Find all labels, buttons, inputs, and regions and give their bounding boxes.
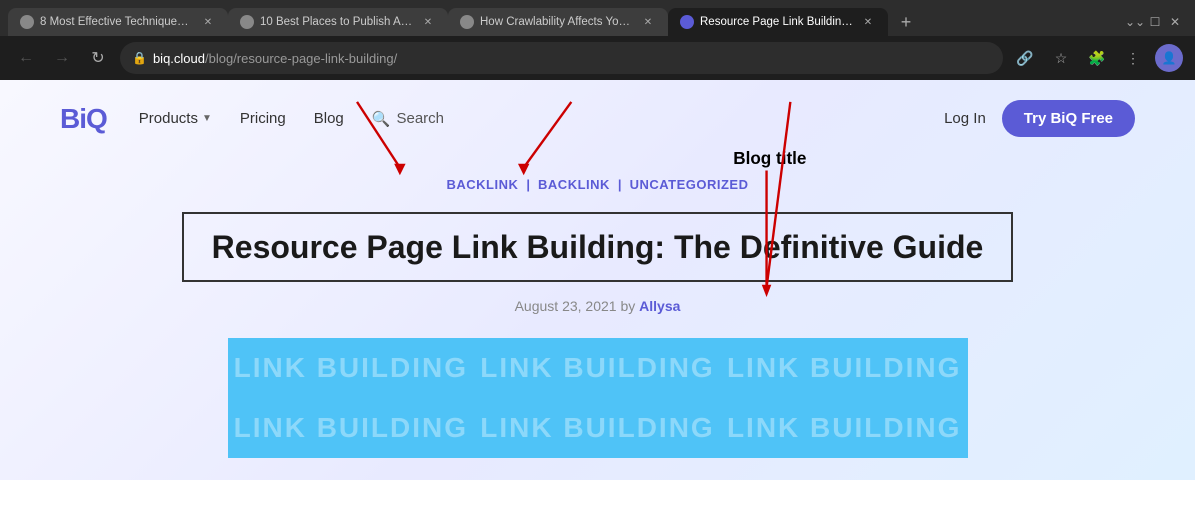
hero-text-1: LINK BUILDING	[234, 352, 468, 384]
tab-4[interactable]: Resource Page Link Building: The... ✕	[668, 8, 888, 36]
site-logo[interactable]: BiQ	[60, 103, 107, 135]
hero-text-6: LINK BUILDING	[727, 412, 961, 444]
address-text: biq.cloud/blog/resource-page-link-buildi…	[153, 51, 991, 66]
tab-2[interactable]: 10 Best Places to Publish Articles... ✕	[228, 8, 448, 36]
page-wrapper: 8 Most Effective Techniques to f... ✕ 10…	[0, 0, 1195, 480]
nav-pricing[interactable]: Pricing	[240, 110, 286, 127]
search-icon: 🔍	[372, 110, 391, 128]
try-free-button[interactable]: Try BiQ Free	[1002, 100, 1135, 137]
site-content: BiQ Products ▼ Pricing Blog 🔍 Search	[0, 80, 1195, 480]
blog-author: Allysa	[639, 298, 680, 314]
forward-button[interactable]: →	[48, 44, 76, 72]
lock-icon: 🔒	[132, 51, 147, 65]
nav-pricing-label: Pricing	[240, 110, 286, 127]
tab-1[interactable]: 8 Most Effective Techniques to f... ✕	[8, 8, 228, 36]
category-sep-2: |	[618, 177, 622, 192]
tab-3-favicon	[460, 15, 474, 29]
blog-title: Resource Page Link Building: The Definit…	[212, 228, 984, 266]
tab-3[interactable]: How Crawlability Affects Your SE... ✕	[448, 8, 668, 36]
login-button[interactable]: Log In	[944, 110, 986, 127]
hero-text-4: LINK BUILDING	[234, 412, 468, 444]
category-uncategorized[interactable]: UNCATEGORIZED	[630, 177, 749, 192]
toolbar-icons: 🔗 ☆ 🧩 ⋮ 👤	[1011, 44, 1183, 72]
profile-avatar[interactable]: 👤	[1155, 44, 1183, 72]
reload-button[interactable]: ↻	[84, 44, 112, 72]
tab-controls: ⌄⌄ ☐ ✕	[1127, 14, 1187, 30]
hero-text-grid: LINK BUILDING LINK BUILDING LINK BUILDIN…	[228, 338, 968, 458]
blog-title-box: Resource Page Link Building: The Definit…	[182, 212, 1014, 282]
nav-products[interactable]: Products ▼	[139, 110, 212, 127]
address-input[interactable]: 🔒 biq.cloud/blog/resource-page-link-buil…	[120, 42, 1003, 74]
tab-1-title: 8 Most Effective Techniques to f...	[40, 16, 194, 28]
blog-meta: August 23, 2021 by Allysa	[60, 298, 1135, 314]
tab-4-favicon	[680, 15, 694, 29]
tab-2-favicon	[240, 15, 254, 29]
hero-text-3: LINK BUILDING	[727, 352, 961, 384]
nav-blog-label: Blog	[314, 110, 344, 127]
tab-1-favicon	[20, 15, 34, 29]
nav-links: Products ▼ Pricing Blog 🔍 Search	[139, 110, 912, 128]
site-nav: BiQ Products ▼ Pricing Blog 🔍 Search	[0, 80, 1195, 157]
category-sep-1: |	[526, 177, 530, 192]
restore-button[interactable]: ☐	[1147, 14, 1163, 30]
back-button[interactable]: ←	[12, 44, 40, 72]
tab-2-close[interactable]: ✕	[420, 14, 436, 30]
blog-categories: BACKLINK | BACKLINK | UNCATEGORIZED	[60, 177, 1135, 192]
browser-chrome: 8 Most Effective Techniques to f... ✕ 10…	[0, 0, 1195, 80]
hero-text-2: LINK BUILDING	[480, 352, 714, 384]
blog-content: BACKLINK | BACKLINK | UNCATEGORIZED Reso…	[0, 157, 1195, 458]
tab-bar: 8 Most Effective Techniques to f... ✕ 10…	[0, 0, 1195, 36]
products-chevron-icon: ▼	[202, 113, 212, 124]
address-domain: biq.cloud	[153, 51, 205, 66]
hero-text-5: LINK BUILDING	[480, 412, 714, 444]
nav-search[interactable]: 🔍 Search	[372, 110, 444, 128]
hero-image: LINK BUILDING LINK BUILDING LINK BUILDIN…	[228, 338, 968, 458]
nav-products-label: Products	[139, 110, 198, 127]
extensions-icon[interactable]: 🧩	[1083, 44, 1111, 72]
blog-by: by	[620, 298, 639, 314]
tab-3-close[interactable]: ✕	[640, 14, 656, 30]
close-window-button[interactable]: ✕	[1167, 14, 1183, 30]
blog-date: August 23, 2021	[515, 298, 617, 314]
nav-blog[interactable]: Blog	[314, 110, 344, 127]
new-tab-button[interactable]: +	[892, 8, 920, 36]
address-bar: ← → ↻ 🔒 biq.cloud/blog/resource-page-lin…	[0, 36, 1195, 80]
nav-search-label: Search	[396, 110, 444, 127]
tab-1-close[interactable]: ✕	[200, 14, 216, 30]
tab-3-title: How Crawlability Affects Your SE...	[480, 16, 634, 28]
annotation-area: BiQ Products ▼ Pricing Blog 🔍 Search	[0, 80, 1195, 480]
category-backlink-1[interactable]: BACKLINK	[447, 177, 519, 192]
tab-4-title: Resource Page Link Building: The...	[700, 16, 854, 28]
tab-4-close[interactable]: ✕	[860, 14, 876, 30]
address-path: /blog/resource-page-link-building/	[205, 51, 397, 66]
nav-actions: Log In Try BiQ Free	[944, 100, 1135, 137]
menu-icon[interactable]: ⋮	[1119, 44, 1147, 72]
minimize-button[interactable]: ⌄⌄	[1127, 14, 1143, 30]
category-backlink-2[interactable]: BACKLINK	[538, 177, 610, 192]
share-icon[interactable]: 🔗	[1011, 44, 1039, 72]
bookmark-icon[interactable]: ☆	[1047, 44, 1075, 72]
tab-2-title: 10 Best Places to Publish Articles...	[260, 16, 414, 28]
